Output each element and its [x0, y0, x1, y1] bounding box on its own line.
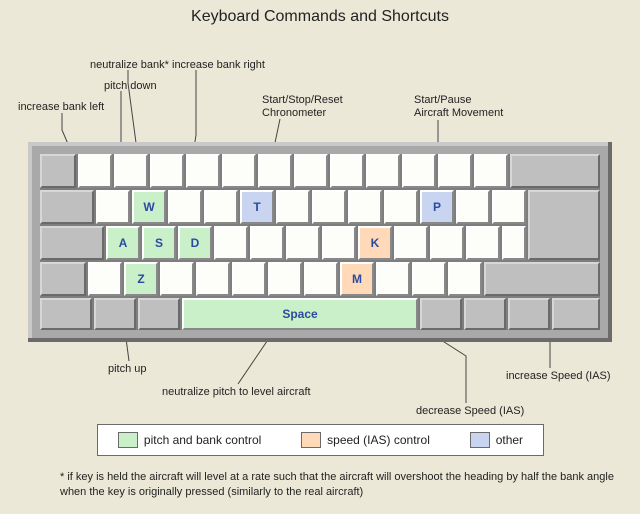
key-n [304, 262, 338, 296]
key-blank [412, 262, 446, 296]
key-x [160, 262, 194, 296]
ann-aircraft-mov-l1: Start/Pause [414, 94, 471, 106]
key-blank [294, 154, 328, 188]
ann-chronometer-l2: Chronometer [262, 107, 326, 119]
legend-item-speed: speed (IAS) control [301, 432, 430, 448]
key-blank [466, 226, 500, 260]
ann-neutralize-bank: neutralize bank* [90, 59, 169, 71]
ann-pitch-down: pitch down [104, 80, 157, 92]
key-e [168, 190, 202, 224]
key-menu [508, 298, 550, 330]
key-rshift [484, 262, 600, 296]
key-t[interactable]: T [240, 190, 274, 224]
keyboard: W T P A S D K Z M [28, 142, 612, 342]
key-u [312, 190, 346, 224]
swatch-blue [470, 432, 490, 448]
ann-aircraft-mov-l2: Aircraft Movement [414, 107, 503, 119]
legend-label: other [496, 433, 523, 447]
key-w[interactable]: W [132, 190, 166, 224]
key-lalt [138, 298, 180, 330]
key-b [268, 262, 302, 296]
legend-item-pitch-bank: pitch and bank control [118, 432, 261, 448]
key-blank [114, 154, 148, 188]
key-lwin [94, 298, 136, 330]
key-blank [456, 190, 490, 224]
legend-label: pitch and bank control [144, 433, 261, 447]
footnote: * if key is held the aircraft will level… [60, 470, 620, 500]
key-v [232, 262, 266, 296]
key-j [322, 226, 356, 260]
key-f [214, 226, 248, 260]
swatch-green [118, 432, 138, 448]
page-title: Keyboard Commands and Shortcuts [0, 0, 640, 26]
swatch-peach [301, 432, 321, 448]
ann-decrease-speed: decrease Speed (IAS) [416, 405, 524, 417]
key-k[interactable]: K [358, 226, 392, 260]
key-lctrl [40, 298, 92, 330]
key-d[interactable]: D [178, 226, 212, 260]
key-o [384, 190, 418, 224]
key-blank [402, 154, 436, 188]
key-blank [222, 154, 256, 188]
key-ralt [420, 298, 462, 330]
key-blank [330, 154, 364, 188]
key-space[interactable]: Space [182, 298, 418, 330]
key-blank [438, 154, 472, 188]
key-r [204, 190, 238, 224]
key-blank [258, 154, 292, 188]
key-blank [492, 190, 526, 224]
key-c [196, 262, 230, 296]
key-backspace [510, 154, 600, 188]
key-z[interactable]: Z [124, 262, 158, 296]
legend-item-other: other [470, 432, 523, 448]
legend: pitch and bank control speed (IAS) contr… [97, 424, 544, 456]
key-blank [88, 262, 122, 296]
key-rwin [464, 298, 506, 330]
key-blank [186, 154, 220, 188]
key-enter [528, 190, 600, 260]
key-blank [502, 226, 526, 260]
key-tab [40, 190, 94, 224]
ann-increase-speed: increase Speed (IAS) [506, 370, 611, 382]
key-capslock [40, 226, 104, 260]
ann-increase-bank-left: increase bank left [18, 101, 104, 113]
key-blank [430, 226, 464, 260]
key-blank [448, 262, 482, 296]
key-lshift [40, 262, 86, 296]
key-i [348, 190, 382, 224]
key-blank [474, 154, 508, 188]
ann-pitch-up: pitch up [108, 363, 147, 375]
ann-increase-bank-right: increase bank right [172, 59, 265, 71]
key-a[interactable]: A [106, 226, 140, 260]
key-g [250, 226, 284, 260]
ann-neutralize-pitch: neutralize pitch to level aircraft [162, 386, 311, 398]
key-h [286, 226, 320, 260]
key-q [96, 190, 130, 224]
keyboard-deck: W T P A S D K Z M [40, 154, 600, 330]
key-m[interactable]: M [340, 262, 374, 296]
legend-label: speed (IAS) control [327, 433, 430, 447]
key-blank [40, 154, 76, 188]
key-s[interactable]: S [142, 226, 176, 260]
key-blank [78, 154, 112, 188]
key-blank [366, 154, 400, 188]
key-blank [150, 154, 184, 188]
key-y [276, 190, 310, 224]
ann-chronometer-l1: Start/Stop/Reset [262, 94, 343, 106]
key-p[interactable]: P [420, 190, 454, 224]
key-rctrl [552, 298, 600, 330]
key-l [394, 226, 428, 260]
key-blank [376, 262, 410, 296]
